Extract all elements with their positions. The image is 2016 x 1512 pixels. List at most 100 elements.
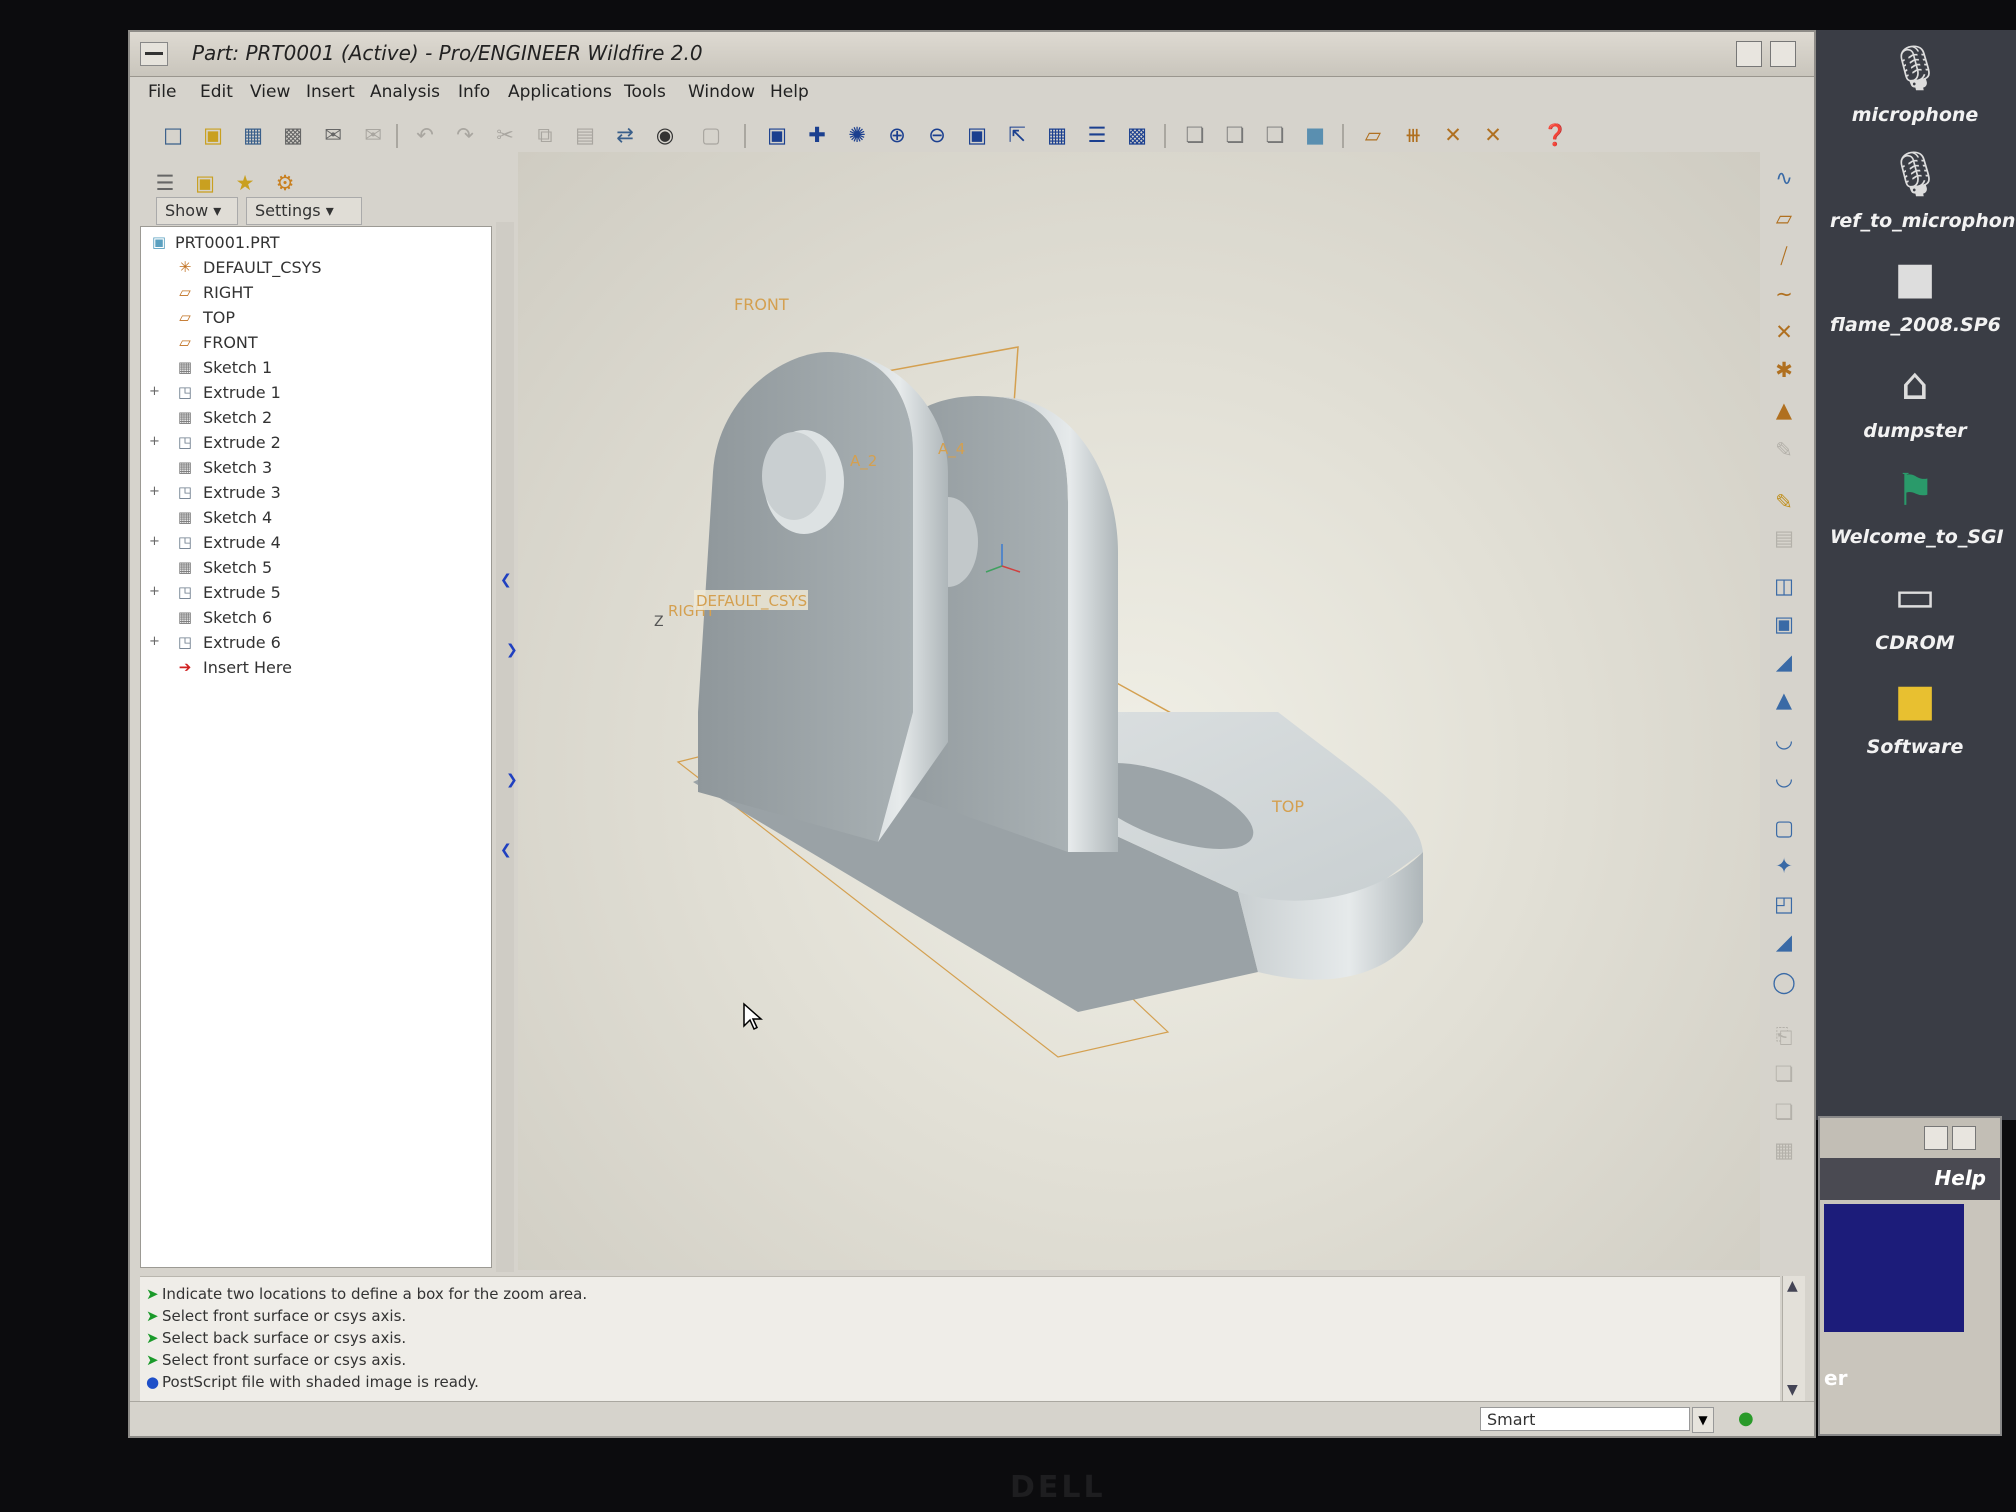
expand-plus-icon[interactable]: + bbox=[149, 584, 160, 599]
reorient-icon[interactable]: ⇱ bbox=[1004, 122, 1030, 148]
regenerate-icon[interactable]: ⇄ bbox=[612, 122, 638, 148]
connections-tab-icon[interactable]: ⚙ bbox=[272, 170, 298, 196]
favorites-tab-icon[interactable]: ★ bbox=[232, 170, 258, 196]
datum-axis-icon[interactable]: ⧸ bbox=[1770, 242, 1798, 270]
sketch-tool-icon[interactable]: ✎ bbox=[1770, 488, 1798, 516]
desktop-icon[interactable]: ⌂ dumpster bbox=[1830, 356, 2000, 442]
boundary-blend-icon[interactable]: ◯ bbox=[1770, 968, 1798, 996]
view-manager-icon[interactable]: ▩ bbox=[1124, 122, 1150, 148]
print-icon[interactable]: ▩ bbox=[280, 122, 306, 148]
desktop-icon[interactable]: ▭ CDROM bbox=[1830, 568, 2000, 654]
desktop-icon[interactable]: 🎙 microphone bbox=[1830, 40, 2000, 126]
no-hidden-icon[interactable]: ❏ bbox=[1262, 122, 1288, 148]
datum-label-front[interactable]: FRONT bbox=[734, 295, 789, 314]
menu-window[interactable]: Window bbox=[688, 82, 755, 102]
send-icon[interactable]: ✉ bbox=[320, 122, 346, 148]
open-icon[interactable]: ▣ bbox=[200, 122, 226, 148]
zoom-in-icon[interactable]: ⊕ bbox=[884, 122, 910, 148]
message-scrollbar[interactable]: ▲ ▼ bbox=[1782, 1276, 1805, 1402]
graphics-area[interactable]: FRONT TOP RIGHT DEFAULT_CSYS A_2 A_4 Z bbox=[518, 152, 1760, 1270]
shading-icon[interactable]: ■ bbox=[1302, 122, 1328, 148]
paste-icon[interactable]: ▤ bbox=[572, 122, 598, 148]
orient-icon[interactable]: ✺ bbox=[844, 122, 870, 148]
find-icon[interactable]: ◉ bbox=[652, 122, 678, 148]
maximize-button[interactable] bbox=[1952, 1126, 1976, 1150]
menu-info[interactable]: Info bbox=[458, 82, 490, 102]
scroll-up-icon[interactable]: ▲ bbox=[1787, 1278, 1798, 1294]
round-tool-icon[interactable]: ▢ bbox=[1770, 814, 1798, 842]
secondary-title-bar[interactable] bbox=[1820, 1118, 2000, 1159]
expand-plus-icon[interactable]: + bbox=[149, 534, 160, 549]
axis-label-a4[interactable]: A_4 bbox=[938, 440, 965, 459]
refit-icon[interactable]: ▣ bbox=[964, 122, 990, 148]
hole-tool-icon[interactable]: ◡ bbox=[1770, 726, 1798, 754]
desktop-icon[interactable]: ■ Software bbox=[1830, 672, 2000, 758]
select-box-icon[interactable]: ▢ bbox=[698, 122, 724, 148]
expand-plus-icon[interactable]: + bbox=[149, 434, 160, 449]
datum-planes-display-icon[interactable]: ▱ bbox=[1360, 122, 1386, 148]
sweep-tool-icon[interactable]: ◢ bbox=[1770, 648, 1798, 676]
datum-point-icon[interactable]: ✕ bbox=[1770, 318, 1798, 346]
desktop-icon[interactable]: ⚑ Welcome_to_SGI bbox=[1830, 462, 2004, 548]
expand-plus-icon[interactable]: + bbox=[149, 634, 160, 649]
zoom-out-icon[interactable]: ⊖ bbox=[924, 122, 950, 148]
datum-axes-display-icon[interactable]: ⧻ bbox=[1400, 122, 1426, 148]
regen-status-icon[interactable]: ● bbox=[1738, 1408, 1754, 1429]
menu-view[interactable]: View bbox=[250, 82, 290, 102]
collapse-left-icon[interactable]: ❮ bbox=[500, 572, 512, 588]
analysis-feature-icon[interactable]: ▲ bbox=[1770, 396, 1798, 424]
redo-icon[interactable]: ↷ bbox=[452, 122, 478, 148]
title-bar[interactable]: Part: PRT0001 (Active) - Pro/ENGINEER Wi… bbox=[130, 32, 1814, 77]
menu-help[interactable]: Help bbox=[770, 82, 809, 102]
saved-views-icon[interactable]: ▦ bbox=[1044, 122, 1070, 148]
menu-tools[interactable]: Tools bbox=[624, 82, 666, 102]
settings-dropdown[interactable]: Settings ▾ bbox=[246, 197, 362, 225]
minimize-button[interactable] bbox=[1736, 41, 1762, 67]
expand-plus-icon[interactable]: + bbox=[149, 484, 160, 499]
revolve-tool-icon[interactable]: ▣ bbox=[1770, 610, 1798, 638]
desktop-icon[interactable]: ■ flame_2008.SP6 bbox=[1830, 250, 2001, 336]
draft-tool-icon[interactable]: ◰ bbox=[1770, 890, 1798, 918]
selection-filter-arrow[interactable]: ▼ bbox=[1692, 1407, 1714, 1433]
copy-icon[interactable]: ⧉ bbox=[532, 122, 558, 148]
shell-tool-icon[interactable]: ◡ bbox=[1770, 764, 1798, 792]
navigator-sash[interactable]: ❮ ❯ ❯ ❮ bbox=[496, 222, 518, 1272]
menu-insert[interactable]: Insert bbox=[306, 82, 355, 102]
axis-label-a2[interactable]: A_2 bbox=[850, 452, 877, 471]
rib-tool-icon[interactable]: ✦ bbox=[1770, 852, 1798, 880]
folder-browser-tab-icon[interactable]: ▣ bbox=[192, 170, 218, 196]
datum-plane-icon[interactable]: ▱ bbox=[1770, 204, 1798, 232]
chamfer-tool-icon[interactable]: ◢ bbox=[1770, 928, 1798, 956]
spin-center-icon[interactable]: ✚ bbox=[804, 122, 830, 148]
scroll-down-icon[interactable]: ▼ bbox=[1787, 1382, 1798, 1398]
extrude-tool-icon[interactable]: ◫ bbox=[1770, 572, 1798, 600]
save-icon[interactable]: ▦ bbox=[240, 122, 266, 148]
expand-right-icon[interactable]: ❯ bbox=[506, 642, 518, 658]
hidden-line-icon[interactable]: ❏ bbox=[1222, 122, 1248, 148]
menu-edit[interactable]: Edit bbox=[200, 82, 233, 102]
maximize-button[interactable] bbox=[1770, 41, 1796, 67]
show-dropdown[interactable]: Show ▾ bbox=[156, 197, 238, 225]
expand-right-icon[interactable]: ❯ bbox=[506, 772, 518, 788]
datum-curve-icon[interactable]: ∼ bbox=[1770, 280, 1798, 308]
csys-display-icon[interactable]: ✕ bbox=[1480, 122, 1506, 148]
menu-file[interactable]: File bbox=[148, 82, 176, 102]
layers-icon[interactable]: ☰ bbox=[1084, 122, 1110, 148]
datum-points-display-icon[interactable]: ✕ bbox=[1440, 122, 1466, 148]
repaint-icon[interactable]: ▣ bbox=[764, 122, 790, 148]
datum-csys-icon[interactable]: ✱ bbox=[1770, 356, 1798, 384]
expand-plus-icon[interactable]: + bbox=[149, 384, 160, 399]
minimize-button[interactable] bbox=[1924, 1126, 1948, 1150]
blend-tool-icon[interactable]: ▲ bbox=[1770, 686, 1798, 714]
sketched-datum-curve-icon[interactable]: ∿ bbox=[1770, 164, 1798, 192]
window-menu-button[interactable] bbox=[140, 42, 168, 66]
csys-label[interactable]: DEFAULT_CSYS bbox=[696, 592, 807, 611]
undo-icon[interactable]: ↶ bbox=[412, 122, 438, 148]
desktop-icon[interactable]: 🎙 ref_to_microphone bbox=[1830, 146, 2016, 232]
context-help-icon[interactable]: ❓ bbox=[1542, 122, 1568, 148]
menu-applications[interactable]: Applications bbox=[508, 82, 612, 102]
help-menu[interactable]: Help bbox=[1935, 1166, 1986, 1190]
menu-analysis[interactable]: Analysis bbox=[370, 82, 440, 102]
cut-icon[interactable]: ✂ bbox=[492, 122, 518, 148]
wireframe-icon[interactable]: ❏ bbox=[1182, 122, 1208, 148]
